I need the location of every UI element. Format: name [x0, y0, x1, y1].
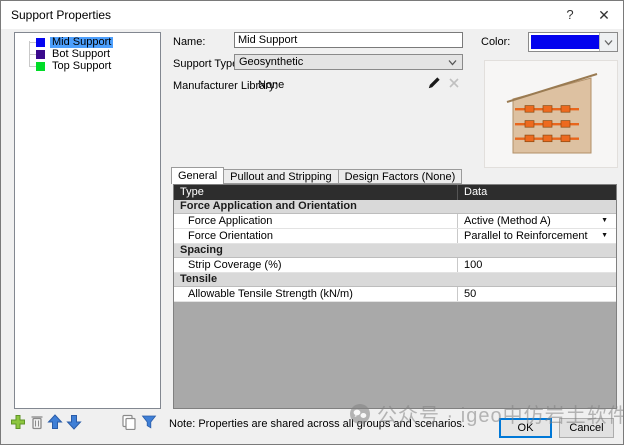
param-value-input[interactable]: 100: [457, 258, 616, 272]
chevron-down-icon: [604, 39, 613, 46]
color-dropdown[interactable]: [528, 32, 618, 52]
list-toolbar: [10, 414, 160, 432]
edit-pencil-icon[interactable]: [427, 75, 442, 90]
color-swatch: [36, 38, 45, 47]
support-preview-image: [484, 60, 618, 168]
color-swatch: [36, 62, 45, 71]
color-chevron: [599, 33, 617, 51]
add-support-icon[interactable]: [10, 414, 26, 430]
copy-icon[interactable]: [121, 414, 137, 430]
section-row-tensile: Tensile: [174, 273, 616, 287]
row-strip-coverage: Strip Coverage (%) 100: [174, 258, 616, 273]
param-label: Force Application: [174, 214, 457, 228]
color-swatch: [36, 50, 45, 59]
tree-item-bot-support[interactable]: Bot Support: [15, 48, 160, 60]
help-button[interactable]: ?: [557, 5, 583, 25]
row-allowable-tensile-strength: Allowable Tensile Strength (kN/m) 50: [174, 287, 616, 302]
properties-table: Type Data Force Application and Orientat…: [173, 184, 617, 409]
title-bar: Support Properties ? ✕: [1, 1, 623, 29]
tree-item-mid-support[interactable]: Mid Support: [15, 36, 160, 48]
column-header-data: Data: [457, 185, 616, 200]
note-text: Note: Properties are shared across all g…: [169, 418, 465, 430]
slope-diagram: [485, 61, 617, 167]
name-label: Name:: [173, 36, 205, 48]
dropdown-arrow-icon: ▼: [601, 214, 608, 228]
support-properties-dialog: Support Properties ? ✕ Mid Support Bot S…: [0, 0, 624, 445]
param-value-dropdown[interactable]: Active (Method A) ▼: [457, 214, 616, 228]
chevron-down-icon: [448, 59, 457, 66]
tree-item-top-support[interactable]: Top Support: [15, 60, 160, 72]
delete-support-icon[interactable]: [29, 414, 45, 430]
cancel-button[interactable]: Cancel: [559, 418, 614, 438]
param-label: Allowable Tensile Strength (kN/m): [174, 287, 457, 301]
close-button[interactable]: ✕: [591, 5, 617, 25]
name-input[interactable]: [234, 32, 463, 48]
color-label: Color:: [481, 36, 510, 48]
manufacturer-library-value: None: [258, 79, 284, 91]
tree-item-label: Bot Support: [50, 49, 112, 60]
support-list-panel: Mid Support Bot Support Top Support: [14, 32, 161, 409]
tab-general[interactable]: General: [171, 167, 224, 184]
tree-item-label: Mid Support: [50, 37, 113, 48]
param-label: Strip Coverage (%): [174, 258, 457, 272]
section-row-spacing: Spacing: [174, 244, 616, 258]
column-header-type: Type: [174, 185, 457, 200]
param-label: Force Orientation: [174, 229, 457, 243]
param-value-dropdown[interactable]: Parallel to Reinforcement ▼: [457, 229, 616, 243]
section-row-force-application: Force Application and Orientation: [174, 200, 616, 214]
tab-design-factors[interactable]: Design Factors (None): [339, 169, 463, 184]
param-value-input[interactable]: 50: [457, 287, 616, 301]
property-tabs: General Pullout and Stripping Design Fac…: [171, 167, 462, 184]
row-force-application: Force Application Active (Method A) ▼: [174, 214, 616, 229]
dropdown-arrow-icon: ▼: [601, 229, 608, 243]
table-header-row: Type Data: [174, 185, 616, 200]
move-down-icon[interactable]: [66, 414, 82, 430]
tab-pullout-and-stripping[interactable]: Pullout and Stripping: [224, 169, 339, 184]
dialog-title: Support Properties: [11, 8, 111, 22]
tree-item-label: Top Support: [50, 61, 113, 72]
ok-button[interactable]: OK: [499, 418, 552, 438]
selected-color-swatch: [531, 35, 599, 49]
move-up-icon[interactable]: [47, 414, 63, 430]
clear-library-icon[interactable]: [448, 77, 460, 89]
filter-icon[interactable]: [141, 414, 157, 430]
support-type-label: Support Type:: [173, 58, 241, 70]
support-type-dropdown[interactable]: Geosynthetic: [234, 54, 463, 70]
row-force-orientation: Force Orientation Parallel to Reinforcem…: [174, 229, 616, 244]
support-type-value: Geosynthetic: [239, 56, 303, 68]
support-tree: Mid Support Bot Support Top Support: [15, 33, 160, 72]
